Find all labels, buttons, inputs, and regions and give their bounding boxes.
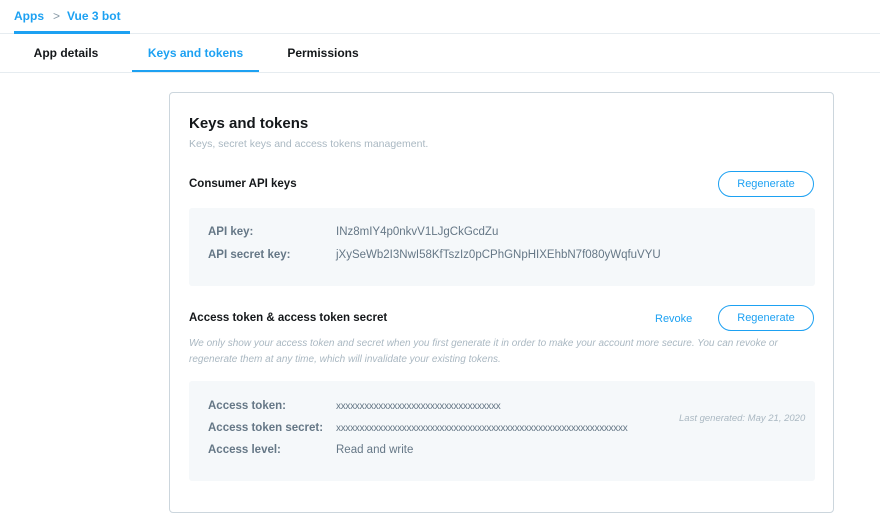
access-level-label: Access level: xyxy=(208,444,281,456)
access-token-secret-value: xxxxxxxxxxxxxxxxxxxxxxxxxxxxxxxxxxxxxxxx… xyxy=(336,423,628,434)
api-secret-key-label: API secret key: xyxy=(208,249,291,261)
tab-app-details[interactable]: App details xyxy=(0,34,132,72)
access-token-label: Access token: xyxy=(208,400,286,412)
access-token-note: We only show your access token and secre… xyxy=(189,338,778,365)
breadcrumb-apps-link[interactable]: Apps xyxy=(14,9,44,23)
access-regenerate-button[interactable]: Regenerate xyxy=(718,305,814,331)
page-subtitle: Keys, secret keys and access tokens mana… xyxy=(189,138,429,150)
keys-and-tokens-card: Keys and tokens Keys, secret keys and ac… xyxy=(169,92,834,513)
tab-bar: App details Keys and tokens Permissions xyxy=(0,34,880,73)
access-level-value: Read and write xyxy=(336,444,414,456)
page-title: Keys and tokens xyxy=(189,115,309,132)
access-token-title: Access token & access token secret xyxy=(189,312,388,324)
api-key-label: API key: xyxy=(208,226,254,238)
access-token-secret-label: Access token secret: xyxy=(208,422,324,434)
breadcrumb-separator-icon: > xyxy=(53,9,61,23)
api-key-value: INz8mIY4p0nkvV1LJgCkGcdZu xyxy=(336,226,499,238)
revoke-button[interactable]: Revoke xyxy=(655,313,692,325)
last-generated-text: Last generated: May 21, 2020 xyxy=(679,413,806,424)
consumer-keys-panel: API key: INz8mIY4p0nkvV1LJgCkGcdZu API s… xyxy=(189,208,815,286)
api-secret-key-value: jXySeWb2I3NwI58KfTszIz0pCPhGNpHIXEhbN7f0… xyxy=(336,249,661,261)
tab-permissions[interactable]: Permissions xyxy=(259,34,387,72)
access-token-panel: Access token: xxxxxxxxxxxxxxxxxxxxxxxxxx… xyxy=(189,381,815,481)
tab-keys-and-tokens[interactable]: Keys and tokens xyxy=(132,34,259,72)
consumer-regenerate-button[interactable]: Regenerate xyxy=(718,171,814,197)
access-token-value: xxxxxxxxxxxxxxxxxxxxxxxxxxxxxxxxxxx xyxy=(336,401,501,412)
breadcrumb: Apps > Vue 3 bot xyxy=(0,0,880,34)
consumer-keys-title: Consumer API keys xyxy=(189,178,297,190)
breadcrumb-current[interactable]: Vue 3 bot xyxy=(67,9,121,23)
